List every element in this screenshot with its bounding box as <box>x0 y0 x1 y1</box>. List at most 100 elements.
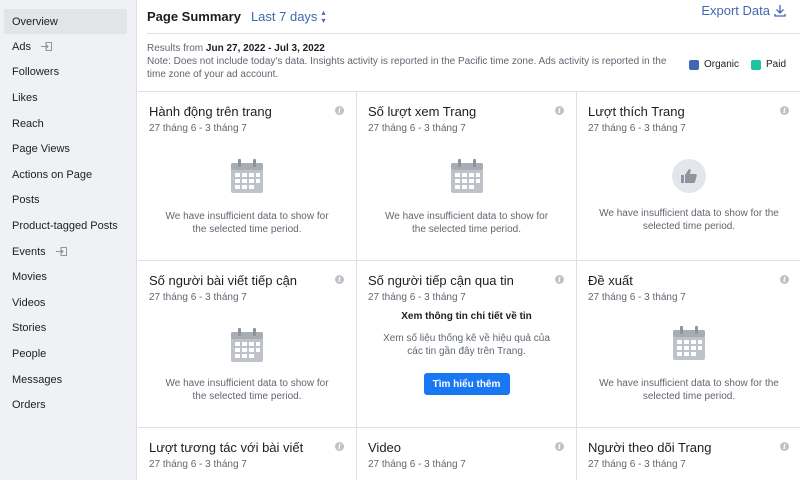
date-range-select[interactable]: Last 7 days ▴ ▾ <box>250 7 326 25</box>
sidebar-item-ads[interactable]: Ads <box>0 34 136 60</box>
card-date: 27 tháng 6 - 3 tháng 7 <box>149 123 247 134</box>
sidebar-item-label: Likes <box>12 91 38 104</box>
insufficient-data-message: We have insufficient data to show for th… <box>599 208 779 232</box>
calendar-icon <box>450 159 483 193</box>
sidebar-item-actions-on-page[interactable]: Actions on Page <box>0 162 136 188</box>
sidebar-item-page-views[interactable]: Page Views <box>0 136 136 162</box>
sidebar-item-product-tagged-posts[interactable]: Product-tagged Posts <box>0 213 136 239</box>
sidebar-item-label: Product-tagged Posts <box>12 219 118 232</box>
card-page-views: Số lượt xem Trang i 27 tháng 6 - 3 tháng… <box>357 92 577 261</box>
main-content: Page Summary Last 7 days ▴ ▾ Export Data … <box>137 0 800 480</box>
sidebar-item-events[interactable]: Events <box>0 239 136 265</box>
paid-swatch <box>750 59 761 70</box>
sidebar-item-label: Actions on Page <box>12 168 93 181</box>
card-title: Hành động trên trang <box>149 104 272 119</box>
card-video: Video i 27 tháng 6 - 3 tháng 7 <box>357 428 577 480</box>
organic-swatch <box>688 59 699 70</box>
sidebar-item-label: Overview <box>12 15 58 28</box>
sidebar-item-followers[interactable]: Followers <box>0 60 136 86</box>
sidebar-item-reach[interactable]: Reach <box>0 111 136 137</box>
card-title: Đề xuất <box>588 273 633 288</box>
info-icon[interactable]: i <box>780 106 789 115</box>
card-date: 27 tháng 6 - 3 tháng 7 <box>368 459 466 470</box>
legend-paid-label: Paid <box>765 59 786 70</box>
page-title: Page Summary <box>147 9 241 24</box>
sidebar-item-messages[interactable]: Messages <box>0 367 136 393</box>
sidebar-item-label: Videos <box>12 296 46 309</box>
sidebar-item-label: Posts <box>12 194 40 207</box>
sidebar-item-label: People <box>12 347 47 360</box>
learn-more-button[interactable]: Tìm hiểu thêm <box>423 373 510 395</box>
sidebar-item-videos[interactable]: Videos <box>0 290 136 316</box>
sidebar-item-likes[interactable]: Likes <box>0 85 136 111</box>
card-date: 27 tháng 6 - 3 tháng 7 <box>149 292 247 303</box>
card-post-engagement: Lượt tương tác với bài viết i 27 tháng 6… <box>138 428 357 480</box>
sidebar-item-people[interactable]: People <box>0 341 136 367</box>
sidebar-item-label: Movies <box>12 271 47 284</box>
info-icon[interactable]: i <box>555 442 564 451</box>
info-icon[interactable]: i <box>780 442 789 451</box>
sidebar-item-movies[interactable]: Movies <box>0 264 136 290</box>
story-description: Xem số liệu thống kê về hiệu quả của các… <box>383 333 550 357</box>
card-title: Số lượt xem Trang <box>368 104 477 119</box>
card-title: Người theo dõi Trang <box>588 440 712 455</box>
info-icon[interactable]: i <box>335 275 344 284</box>
external-link-icon <box>55 247 67 257</box>
thumbs-up-icon <box>672 159 706 193</box>
card-date: 27 tháng 6 - 3 tháng 7 <box>588 123 686 134</box>
export-data-button[interactable]: Export Data <box>701 3 786 18</box>
info-icon[interactable]: i <box>335 106 344 115</box>
legend-organic: Organic <box>688 59 739 70</box>
sidebar-item-label: Stories <box>12 322 47 335</box>
sidebar-item-label: Messages <box>12 373 63 386</box>
date-range-label: Last 7 days <box>250 9 318 24</box>
sidebar-item-posts[interactable]: Posts <box>0 188 136 214</box>
info-icon[interactable]: i <box>335 442 344 451</box>
sort-arrows-icon: ▴ ▾ <box>321 7 326 25</box>
sidebar-item-label: Reach <box>12 117 44 130</box>
story-heading: Xem thông tin chi tiết về tin <box>401 311 532 322</box>
card-page-followers: Người theo dõi Trang i 27 tháng 6 - 3 th… <box>577 428 800 480</box>
card-date: 27 tháng 6 - 3 tháng 7 <box>368 123 466 134</box>
sidebar-item-label: Orders <box>12 399 46 412</box>
card-date: 27 tháng 6 - 3 tháng 7 <box>588 292 686 303</box>
calendar-icon <box>231 328 263 362</box>
info-icon[interactable]: i <box>555 106 564 115</box>
calendar-icon <box>231 159 263 193</box>
card-page-actions: Hành động trên trang i 27 tháng 6 - 3 th… <box>138 92 357 261</box>
results-range: Jun 27, 2022 - Jul 3, 2022 <box>205 43 325 54</box>
card-title: Video <box>368 440 402 455</box>
legend-organic-label: Organic <box>703 59 739 70</box>
card-story-reach: Số người tiếp cận qua tin i 27 tháng 6 -… <box>357 261 577 428</box>
insufficient-data-message: We have insufficient data to show for th… <box>599 378 779 402</box>
info-icon[interactable]: i <box>555 275 564 284</box>
card-title: Lượt thích Trang <box>588 104 685 119</box>
card-recommendations: Đề xuất i 27 tháng 6 - 3 tháng 7 We have… <box>577 261 800 428</box>
legend-paid: Paid <box>750 59 786 70</box>
results-info: Results from Jun 27, 2022 - Jul 3, 2022 … <box>147 42 667 81</box>
sidebar-item-overview[interactable]: Overview <box>4 9 127 34</box>
card-date: 27 tháng 6 - 3 tháng 7 <box>149 459 247 470</box>
download-icon <box>774 5 786 17</box>
results-note: Note: Does not include today's data. Ins… <box>147 56 667 80</box>
sidebar-item-stories[interactable]: Stories <box>0 316 136 342</box>
results-range-line: Results from Jun 27, 2022 - Jul 3, 2022 <box>147 42 667 55</box>
card-page-likes: Lượt thích Trang i 27 tháng 6 - 3 tháng … <box>577 92 800 261</box>
info-icon[interactable]: i <box>780 275 789 284</box>
sidebar-item-label: Page Views <box>12 143 70 156</box>
legend: Organic Paid <box>677 59 786 70</box>
external-link-icon <box>40 42 52 52</box>
insufficient-data-message: We have insufficient data to show for th… <box>384 211 549 235</box>
sidebar-item-orders[interactable]: Orders <box>0 392 136 418</box>
insufficient-data-message: We have insufficient data to show for th… <box>165 211 329 235</box>
insufficient-data-message: We have insufficient data to show for th… <box>165 378 329 402</box>
results-prefix: Results from <box>147 43 206 54</box>
sidebar-item-label: Events <box>12 245 46 258</box>
card-title: Số người tiếp cận qua tin <box>368 273 514 288</box>
sidebar-item-label: Ads <box>12 40 31 53</box>
export-data-label: Export Data <box>701 3 770 18</box>
summary-grid: Hành động trên trang i 27 tháng 6 - 3 th… <box>138 91 800 480</box>
card-post-reach: Số người bài viết tiếp cận i 27 tháng 6 … <box>138 261 357 428</box>
card-date: 27 tháng 6 - 3 tháng 7 <box>368 292 466 303</box>
sidebar-item-label: Followers <box>12 66 60 79</box>
